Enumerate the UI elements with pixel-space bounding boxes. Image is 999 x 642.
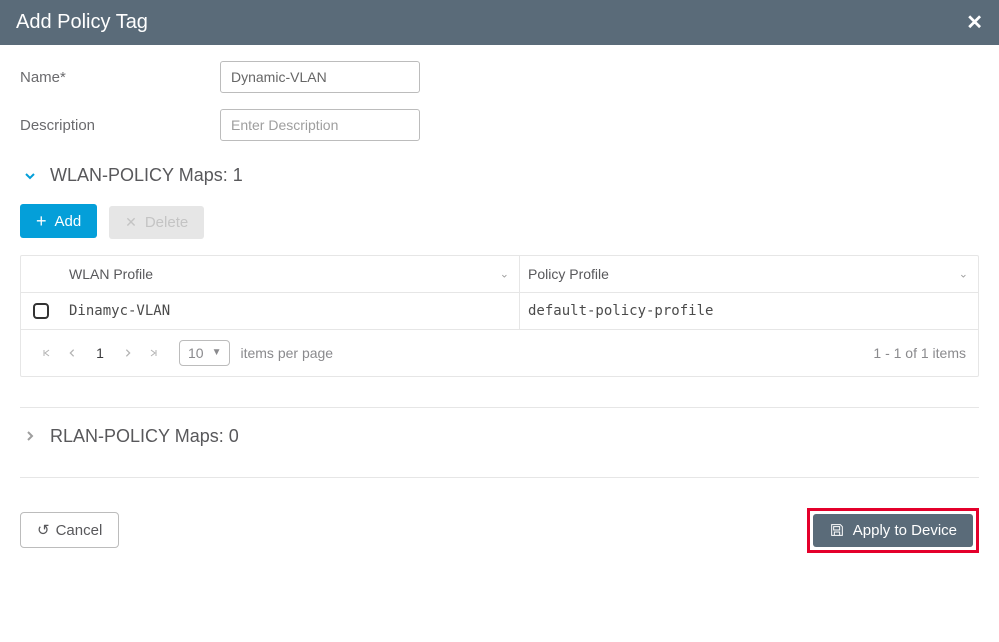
modal-title: Add Policy Tag (16, 11, 148, 34)
x-icon: ✕ (125, 215, 137, 229)
row-checkbox[interactable] (33, 303, 49, 319)
pager-next-icon[interactable] (117, 342, 139, 364)
cancel-button[interactable]: ↺ Cancel (20, 512, 119, 548)
pager-last-icon[interactable] (143, 342, 165, 364)
pager-first-icon[interactable] (35, 342, 57, 364)
undo-icon: ↺ (37, 521, 50, 539)
section-rlan-policy-title: RLAN-POLICY Maps: 0 (50, 426, 239, 447)
row-wlan-cell: Dinamyc-VLAN (61, 293, 519, 329)
table-row[interactable]: Dinamyc-VLAN default-policy-profile (21, 293, 978, 330)
grid-header-wlan-label: WLAN Profile (69, 266, 153, 282)
section-wlan-policy-header[interactable]: WLAN-POLICY Maps: 1 (20, 165, 979, 186)
section-rlan-policy-header[interactable]: RLAN-POLICY Maps: 0 (20, 426, 979, 447)
page-size-value: 10 (188, 345, 204, 361)
delete-button: ✕ Delete (109, 206, 204, 239)
section-wlan-policy-title: WLAN-POLICY Maps: 1 (50, 165, 243, 186)
caret-down-icon: ▼ (212, 347, 222, 358)
grid-header-check (21, 264, 61, 284)
apply-to-device-button[interactable]: Apply to Device (813, 514, 973, 547)
chevron-down-icon: ⌄ (959, 267, 968, 280)
name-input[interactable] (220, 61, 420, 93)
form-row-description: Description (20, 109, 979, 141)
row-check-cell (21, 293, 61, 329)
close-icon[interactable]: ✕ (966, 10, 983, 35)
pager-prev-icon[interactable] (61, 342, 83, 364)
grid-header: WLAN Profile ⌄ Policy Profile ⌄ (21, 256, 978, 293)
cancel-button-label: Cancel (56, 522, 103, 539)
apply-button-label: Apply to Device (853, 522, 957, 539)
save-icon (829, 522, 845, 538)
items-per-page-label: items per page (240, 345, 333, 361)
page-size-select[interactable]: 10 ▼ (179, 340, 230, 366)
delete-button-label: Delete (145, 214, 188, 231)
modal-header: Add Policy Tag ✕ (0, 0, 999, 45)
section-divider (20, 407, 979, 408)
grid-header-wlan[interactable]: WLAN Profile ⌄ (61, 256, 519, 292)
grid-header-policy[interactable]: Policy Profile ⌄ (519, 256, 978, 292)
chevron-down-icon: ⌄ (500, 267, 509, 280)
form-row-name: Name* (20, 61, 979, 93)
grid-toolbar: + Add ✕ Delete (20, 204, 979, 239)
add-button-label: Add (55, 213, 82, 230)
chevron-down-icon (20, 166, 40, 186)
pager-summary: 1 - 1 of 1 items (873, 345, 966, 361)
apply-highlight: Apply to Device (807, 508, 979, 553)
section-divider (20, 477, 979, 478)
add-button[interactable]: + Add (20, 204, 97, 238)
pager-page-number[interactable]: 1 (85, 345, 115, 361)
modal-body: Name* Description WLAN-POLICY Maps: 1 + … (0, 45, 999, 478)
row-policy-cell: default-policy-profile (519, 293, 978, 329)
grid-header-policy-label: Policy Profile (528, 266, 609, 282)
description-input[interactable] (220, 109, 420, 141)
plus-icon: + (36, 212, 47, 230)
wlan-policy-grid: WLAN Profile ⌄ Policy Profile ⌄ Dinamyc-… (20, 255, 979, 377)
modal-footer: ↺ Cancel Apply to Device (0, 496, 999, 571)
name-label: Name* (20, 69, 220, 86)
chevron-right-icon (20, 426, 40, 446)
description-label: Description (20, 117, 220, 134)
pager: 1 10 ▼ items per page 1 - 1 of 1 items (21, 330, 978, 376)
